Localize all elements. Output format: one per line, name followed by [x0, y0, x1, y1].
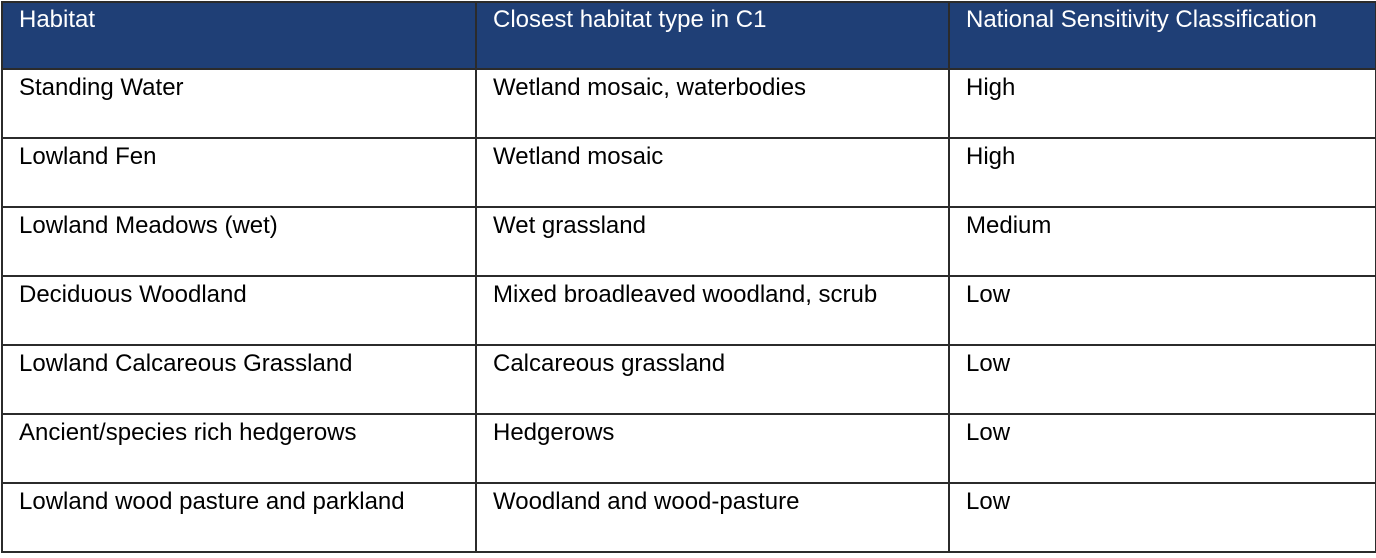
table-row: Deciduous Woodland Mixed broadleaved woo… — [1, 275, 1376, 346]
cell-habitat: Deciduous Woodland — [1, 275, 477, 346]
table-row: Lowland Meadows (wet) Wet grassland Medi… — [1, 206, 1376, 277]
header-row: Habitat Closest habitat type in C1 Natio… — [1, 1, 1376, 70]
table-row: Lowland wood pasture and parkland Woodla… — [1, 482, 1376, 553]
cell-sensitivity: High — [948, 68, 1376, 139]
header-national-sensitivity: National Sensitivity Classification — [948, 1, 1376, 70]
cell-sensitivity: Low — [948, 344, 1376, 415]
cell-closest-type: Wet grassland — [475, 206, 950, 277]
table-header: Habitat Closest habitat type in C1 Natio… — [1, 1, 1376, 70]
table-body: Standing Water Wetland mosaic, waterbodi… — [1, 68, 1376, 553]
table-row: Lowland Calcareous Grassland Calcareous … — [1, 344, 1376, 415]
cell-sensitivity: Low — [948, 275, 1376, 346]
cell-closest-type: Wetland mosaic, waterbodies — [475, 68, 950, 139]
table-row: Lowland Fen Wetland mosaic High — [1, 137, 1376, 208]
cell-sensitivity: Low — [948, 482, 1376, 553]
header-habitat: Habitat — [1, 1, 477, 70]
cell-closest-type: Mixed broadleaved woodland, scrub — [475, 275, 950, 346]
habitat-sensitivity-table: Habitat Closest habitat type in C1 Natio… — [1, 1, 1376, 553]
table-row: Standing Water Wetland mosaic, waterbodi… — [1, 68, 1376, 139]
cell-sensitivity: Low — [948, 413, 1376, 484]
cell-habitat: Standing Water — [1, 68, 477, 139]
cell-closest-type: Hedgerows — [475, 413, 950, 484]
cell-habitat: Lowland Fen — [1, 137, 477, 208]
cell-closest-type: Wetland mosaic — [475, 137, 950, 208]
cell-sensitivity: Medium — [948, 206, 1376, 277]
cell-habitat: Lowland Calcareous Grassland — [1, 344, 477, 415]
table-row: Ancient/species rich hedgerows Hedgerows… — [1, 413, 1376, 484]
cell-sensitivity: High — [948, 137, 1376, 208]
cell-habitat: Ancient/species rich hedgerows — [1, 413, 477, 484]
header-closest-habitat-type: Closest habitat type in C1 — [475, 1, 950, 70]
cell-habitat: Lowland Meadows (wet) — [1, 206, 477, 277]
cell-closest-type: Calcareous grassland — [475, 344, 950, 415]
cell-closest-type: Woodland and wood-pasture — [475, 482, 950, 553]
cell-habitat: Lowland wood pasture and parkland — [1, 482, 477, 553]
